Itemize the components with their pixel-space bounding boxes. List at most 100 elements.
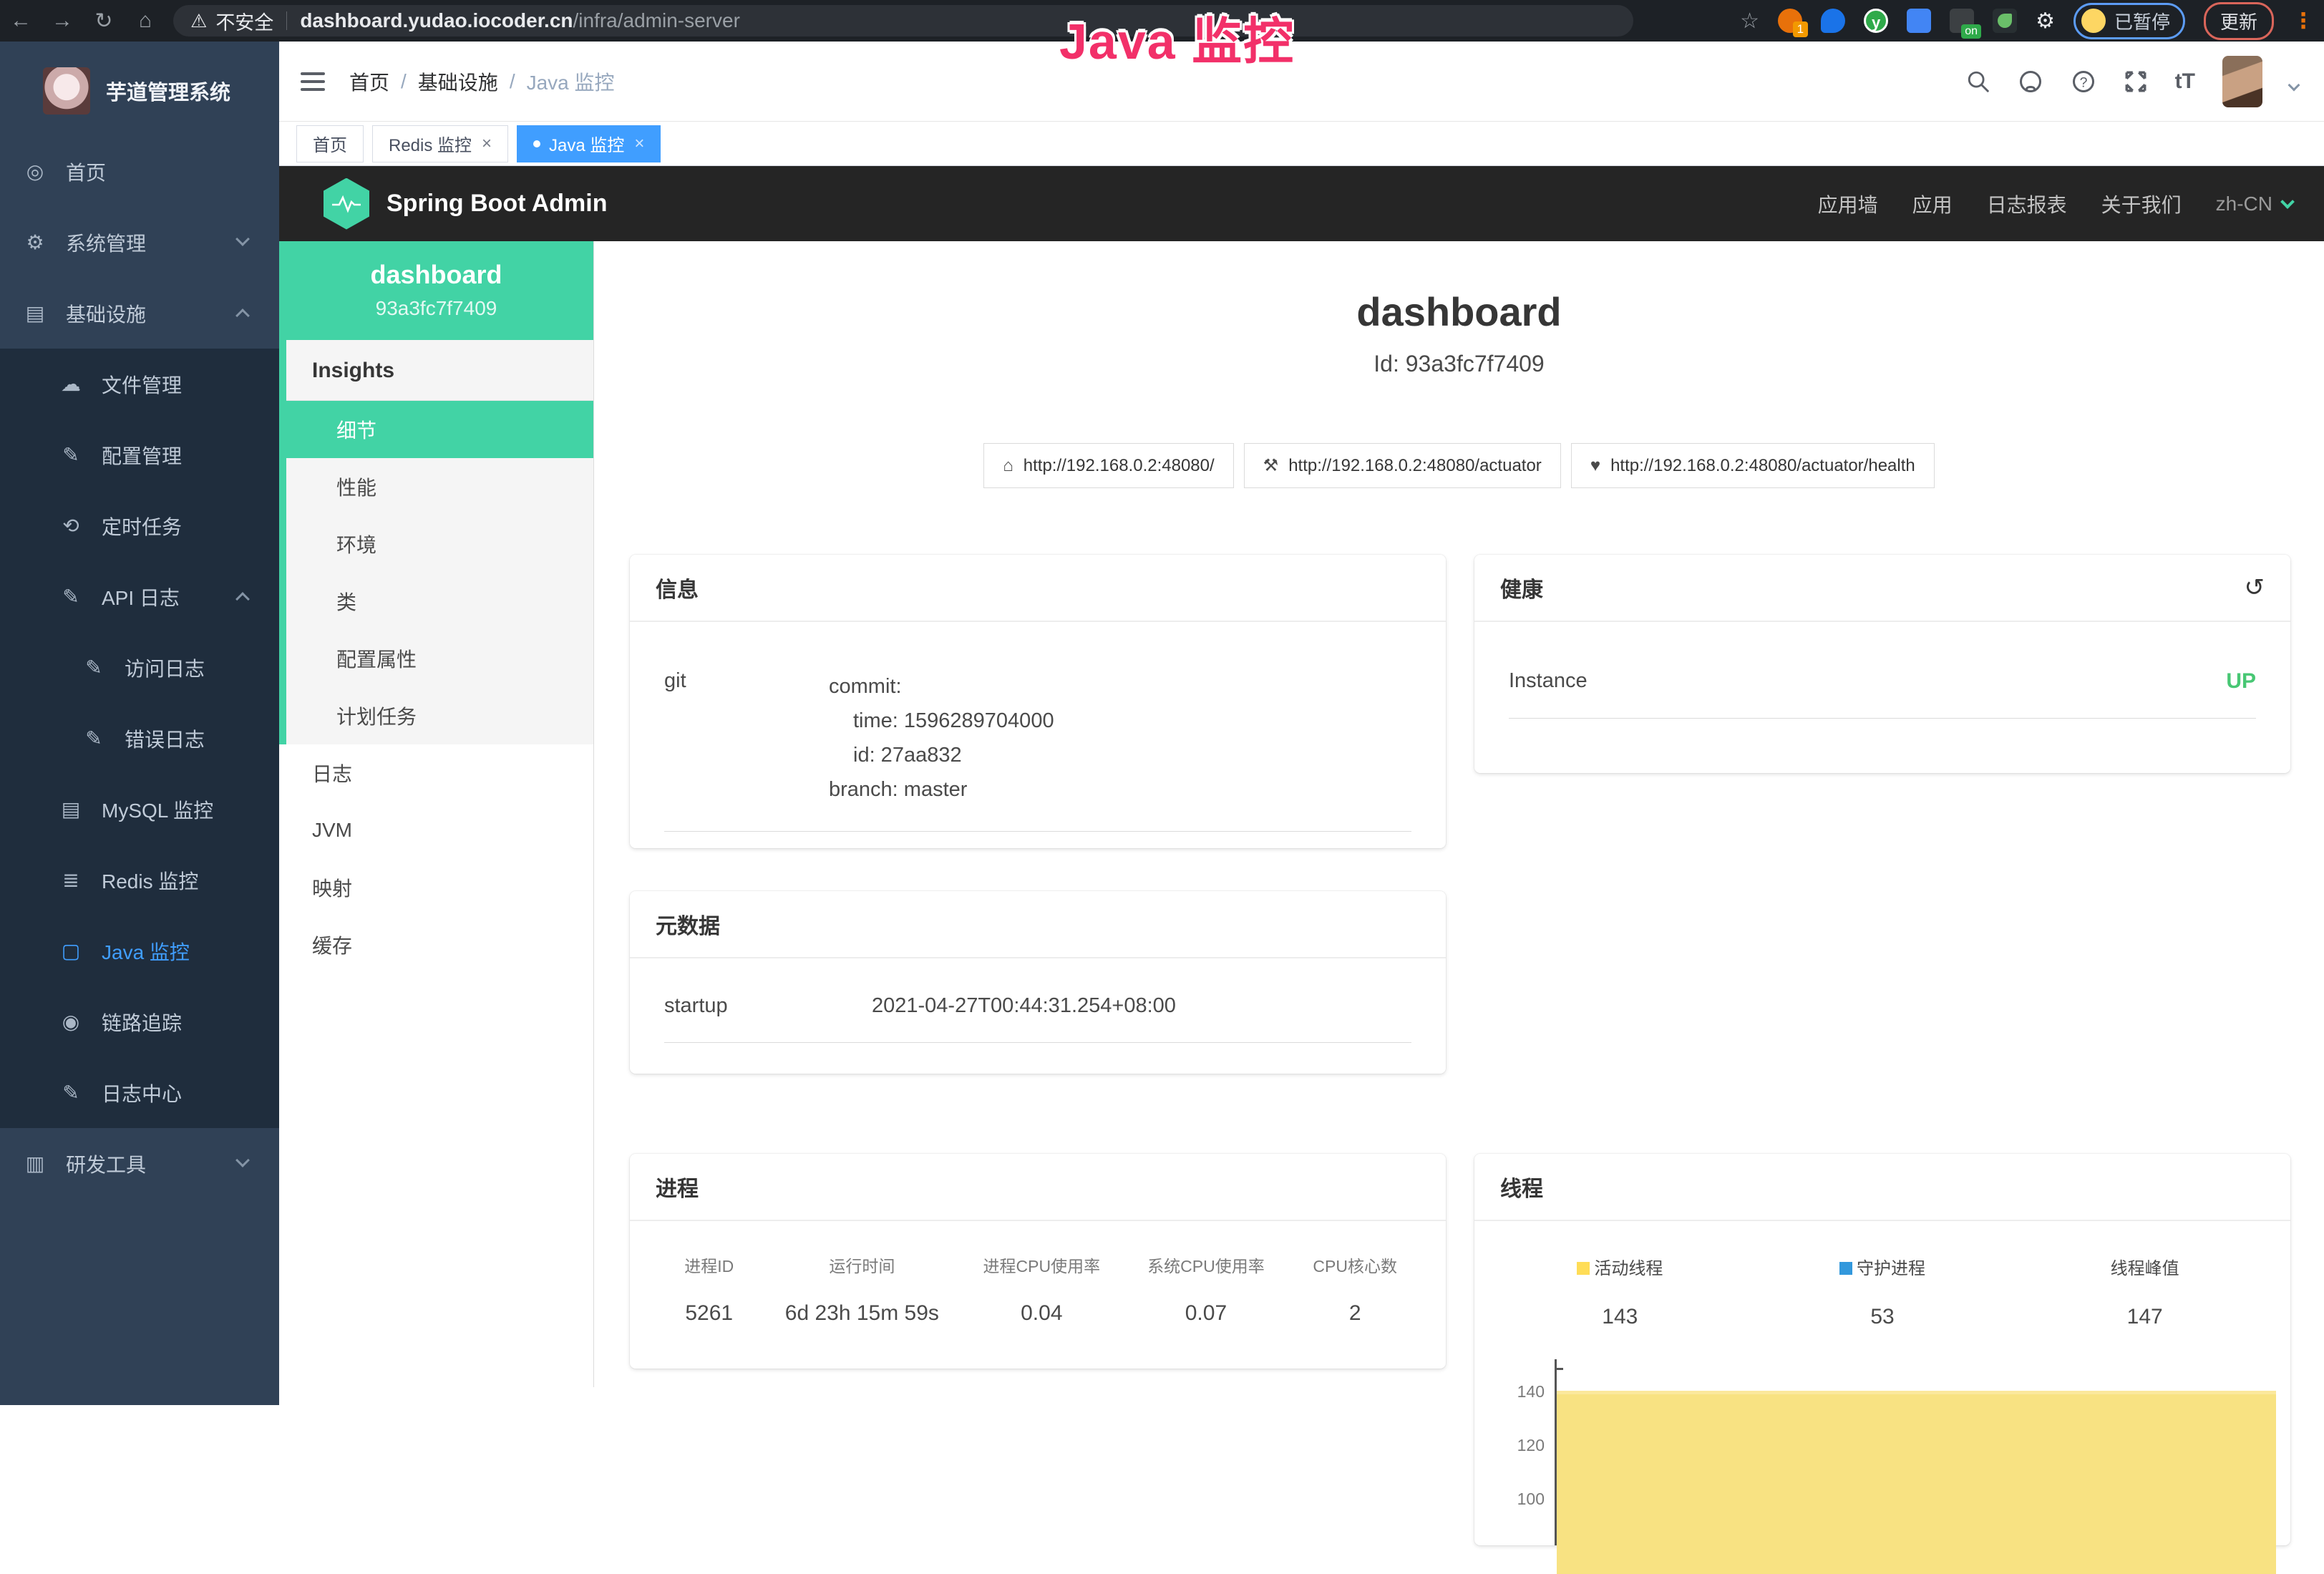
font-size-icon[interactable]: tT <box>2175 69 2195 94</box>
extension-green-icon[interactable]: y <box>1864 9 1888 33</box>
service-url-button[interactable]: ⌂ http://192.168.0.2:48080/ <box>983 443 1233 488</box>
on-badge: on <box>1961 24 1981 39</box>
security-label: 不安全 <box>215 7 273 35</box>
info-card-header: 信息 <box>630 555 1446 622</box>
sidebar-item-file-manage[interactable]: ☁ 文件管理 <box>0 349 279 419</box>
user-menu-caret-icon[interactable] <box>2288 79 2300 91</box>
profile-status-label: 已暂停 <box>2114 8 2170 34</box>
sidebar-item-mysql-monitor[interactable]: ▤ MySQL 监控 <box>0 774 279 845</box>
back-icon[interactable]: ← <box>0 9 42 33</box>
y-tick-100: 100 <box>1517 1490 1545 1509</box>
tab-java-monitor[interactable]: Java 监控 × <box>517 125 661 162</box>
info-git-row: git commit: time: 1596289704000 id: 27aa… <box>664 641 1411 832</box>
user-avatar[interactable] <box>2222 56 2262 107</box>
fullscreen-icon[interactable] <box>2124 69 2148 94</box>
forward-icon[interactable]: → <box>42 9 83 33</box>
browser-menu-icon[interactable]: ⋮ <box>2293 9 2314 34</box>
close-icon[interactable]: × <box>482 134 492 154</box>
extension-switch-icon[interactable]: on <box>1950 9 1974 33</box>
tab-home[interactable]: 首页 <box>296 125 364 162</box>
sba-nav-journal[interactable]: 日志报表 <box>1987 190 2067 218</box>
nav-item-details[interactable]: 细节 <box>286 401 593 458</box>
nav-item-scheduled-tasks[interactable]: 计划任务 <box>286 687 593 744</box>
metadata-value: 2021-04-27T00:44:31.254+08:00 <box>872 994 1176 1018</box>
process-card-title: 进程 <box>656 1171 699 1203</box>
info-card: 信息 git commit: time: 1596289704000 id: 2… <box>630 555 1446 848</box>
extension-grid-icon[interactable] <box>1907 9 1931 33</box>
sidebar-item-java-monitor[interactable]: ▢ Java 监控 <box>0 915 279 986</box>
wrench-icon: ⚒ <box>1263 455 1279 476</box>
nav-item-environment[interactable]: 环境 <box>286 515 593 573</box>
metadata-card-header: 元数据 <box>630 891 1446 958</box>
nav-item-config-props[interactable]: 配置属性 <box>286 630 593 687</box>
tab-redis-monitor[interactable]: Redis 监控 × <box>372 125 508 162</box>
nav-item-caches[interactable]: 缓存 <box>279 916 593 973</box>
col-cpu-cores: CPU核心数 <box>1290 1253 1420 1277</box>
history-icon[interactable]: ↺ <box>2245 573 2265 602</box>
sidebar-item-trace[interactable]: ◉ 链路追踪 <box>0 986 279 1057</box>
sidebar-item-home[interactable]: ◎ 首页 <box>0 136 279 207</box>
extension-orange-icon[interactable]: 1 <box>1778 9 1802 33</box>
reload-icon[interactable]: ↻ <box>83 9 125 34</box>
sba-instance-sidenav: dashboard 93a3fc7f7409 Insights 细节 性能 环境… <box>279 241 594 1387</box>
sidebar-item-access-log[interactable]: ✎ 访问日志 <box>0 632 279 703</box>
update-button[interactable]: 更新 <box>2204 2 2274 40</box>
breadcrumb-home[interactable]: 首页 <box>349 67 389 96</box>
language-selector[interactable]: zh-CN <box>2216 193 2293 215</box>
nav-item-mappings[interactable]: 映射 <box>279 859 593 916</box>
url-bar[interactable]: ⚠ 不安全 dashboard.yudao.iocoder.cn /infra/… <box>173 5 1633 37</box>
health-card: 健康 ↺ Instance UP <box>1474 555 2290 773</box>
github-icon[interactable] <box>2018 69 2043 94</box>
close-icon[interactable]: × <box>634 134 644 154</box>
sidebar-item-api-log[interactable]: ✎ API 日志 <box>0 561 279 632</box>
nav-item-metrics[interactable]: 性能 <box>286 458 593 515</box>
sidebar-item-system-manage[interactable]: ⚙ 系统管理 <box>0 207 279 278</box>
sidebar-item-redis-monitor[interactable]: ≣ Redis 监控 <box>0 845 279 915</box>
actuator-url-button[interactable]: ⚒ http://192.168.0.2:48080/actuator <box>1244 443 1561 488</box>
sba-nav-applications[interactable]: 应用 <box>1912 190 1953 218</box>
health-url-button[interactable]: ♥ http://192.168.0.2:48080/actuator/heal… <box>1571 443 1935 488</box>
log-edit-icon: ✎ <box>59 585 83 608</box>
sidebar-item-log-center[interactable]: ✎ 日志中心 <box>0 1057 279 1128</box>
bookmark-star-icon[interactable]: ☆ <box>1740 9 1759 34</box>
cards-right-column: 健康 ↺ Instance UP 线程 <box>1474 555 2290 1545</box>
sba-brand-title[interactable]: Spring Boot Admin <box>386 190 607 218</box>
tag-view-bar: 首页 Redis 监控 × Java 监控 × <box>279 122 2324 166</box>
chevron-up-icon <box>235 309 250 323</box>
sidebar-item-dev-tools[interactable]: ▥ 研发工具 <box>0 1128 279 1199</box>
monitor-icon: ▤ <box>23 301 47 325</box>
profile-chip[interactable]: 已暂停 <box>2073 3 2185 39</box>
daemon-threads-value: 53 <box>1751 1305 2014 1329</box>
database-icon: ▤ <box>59 797 83 821</box>
spring-boot-admin-logo <box>324 178 369 230</box>
sba-nav-wallboard[interactable]: 应用墙 <box>1818 190 1878 218</box>
nav-item-classes[interactable]: 类 <box>286 573 593 630</box>
admin-sidebar: 芋道管理系统 ◎ 首页 ⚙ 系统管理 ▤ 基础设施 ☁ 文件管理 ✎ 配置管理 … <box>0 42 279 1405</box>
leaf-icon <box>1998 14 2012 28</box>
extensions-puzzle-icon[interactable]: ⚙ <box>2036 9 2055 34</box>
instance-links: ⌂ http://192.168.0.2:48080/ ⚒ http://192… <box>594 443 2324 488</box>
sba-nav-about[interactable]: 关于我们 <box>2101 190 2182 218</box>
sidebar-item-error-log[interactable]: ✎ 错误日志 <box>0 703 279 774</box>
chevron-down-icon <box>2280 195 2295 209</box>
admin-main: 首页 / 基础设施 / Java 监控 ? tT 首页 R <box>279 42 2324 1405</box>
system-cpu-value: 0.07 <box>1122 1301 1290 1326</box>
help-icon[interactable]: ? <box>2071 69 2096 94</box>
browser-home-icon[interactable]: ⌂ <box>125 9 166 33</box>
nav-item-logfile[interactable]: 日志 <box>279 744 593 802</box>
nav-item-jvm[interactable]: JVM <box>279 802 593 859</box>
extension-pin-icon[interactable] <box>1821 9 1845 33</box>
sidebar-toggle-icon[interactable] <box>301 67 325 96</box>
app-header: 首页 / 基础设施 / Java 监控 ? tT <box>279 42 2324 122</box>
search-icon[interactable] <box>1966 69 1990 94</box>
sidebar-item-config-manage[interactable]: ✎ 配置管理 <box>0 419 279 490</box>
cpu-cores-value: 2 <box>1290 1301 1420 1326</box>
sidebar-item-infrastructure[interactable]: ▤ 基础设施 <box>0 278 279 349</box>
threads-legend: 活动线程 143 守护进程 53 线程峰值 147 <box>1474 1221 2290 1329</box>
breadcrumb-infrastructure[interactable]: 基础设施 <box>418 67 498 96</box>
extension-leaf-icon[interactable] <box>1993 9 2017 33</box>
threads-chart: 140 120 100 <box>1493 1359 2280 1545</box>
java-monitor-icon: ▢ <box>59 939 83 963</box>
sidebar-item-scheduled-jobs[interactable]: ⟲ 定时任务 <box>0 490 279 561</box>
page-instance-id: Id: 93a3fc7f7409 <box>594 351 2324 377</box>
